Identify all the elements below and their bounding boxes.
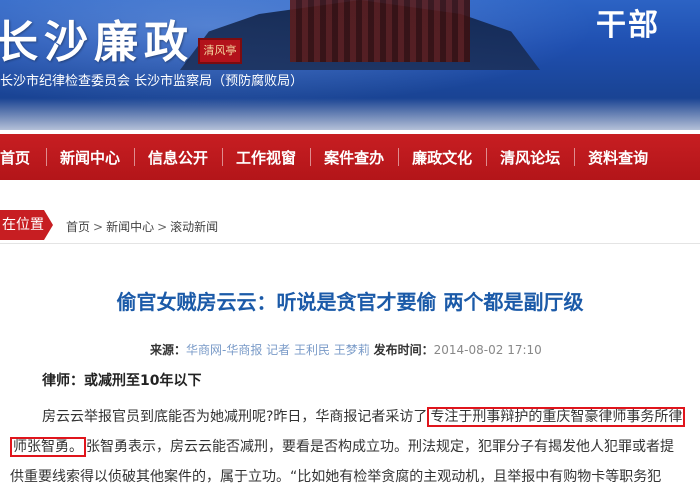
- nav-item-home[interactable]: 首页: [0, 134, 46, 180]
- article-published-time: 2014-08-02 17:10: [433, 343, 542, 357]
- source-label: 来源：: [150, 343, 187, 357]
- paragraph-line: 房云云举报官员到底能否为她减刑呢?昨日，华商报记者采访了 专注于刑事辩护的重庆智豪…: [0, 404, 700, 434]
- article-source: 华商网-华商报 记者 王利民 王梦莉: [186, 343, 370, 357]
- paragraph-text: 供重要线索得以侦破其他案件的，属于立功。“比如她有检举贪腐的主观动机，且举报中有…: [10, 469, 662, 485]
- breadcrumb-news-center-link[interactable]: 新闻中心: [106, 220, 154, 234]
- breadcrumb-separator: >: [157, 220, 168, 234]
- paragraph-line: 师张智勇。 张智勇表示，房云云能否减刑，要看是否构成立功。刑法规定，犯罪分子有揭发…: [0, 434, 700, 464]
- banner-fade: [0, 98, 700, 130]
- article-paragraph: 房云云举报官员到底能否为她减刑呢?昨日，华商报记者采访了 专注于刑事辩护的重庆智豪…: [0, 404, 700, 494]
- site-subtitle: 长沙市纪律检查委员会 长沙市监察局（预防腐败局）: [0, 74, 304, 89]
- article-subheading: 律师：或减刑至10年以下: [42, 373, 202, 389]
- nav-item-forum[interactable]: 清风论坛: [486, 134, 574, 180]
- position-arrow-icon: [44, 210, 53, 240]
- banner-building-image: [290, 0, 470, 62]
- article-meta: 来源：华商网-华商报 记者 王利民 王梦莉 发布时间：2014-08-02 17…: [150, 341, 542, 358]
- highlighted-text: 师张智勇。: [10, 437, 86, 457]
- breadcrumb-home-link[interactable]: 首页: [66, 220, 90, 234]
- paragraph-line: 供重要线索得以侦破其他案件的，属于立功。“比如她有检举贪腐的主观动机，且举报中有…: [0, 464, 700, 494]
- banner-corner-text: 干部: [596, 8, 660, 43]
- breadcrumb: 首页 > 新闻中心 > 滚动新闻: [66, 218, 218, 235]
- breadcrumb-separator: >: [93, 220, 104, 234]
- main-nav: 首页 新闻中心 信息公开 工作视窗 案件查办 廉政文化 清风论坛 资料查询: [0, 134, 700, 180]
- site-title[interactable]: 长沙廉政: [0, 6, 194, 70]
- nav-item-work-window[interactable]: 工作视窗: [222, 134, 310, 180]
- banner-plaque: 清风亭: [198, 38, 242, 64]
- nav-item-data-query[interactable]: 资料查询: [574, 134, 662, 180]
- nav-item-news-center[interactable]: 新闻中心: [46, 134, 134, 180]
- breadcrumb-rolling-news-link[interactable]: 滚动新闻: [170, 220, 218, 234]
- highlighted-text: 专注于刑事辩护的重庆智豪律师事务所律: [427, 407, 686, 427]
- paragraph-text: 房云云举报官员到底能否为她减刑呢?昨日，华商报记者采访了: [42, 409, 428, 425]
- nav-item-integrity-culture[interactable]: 廉政文化: [398, 134, 486, 180]
- nav-item-info-disclosure[interactable]: 信息公开: [134, 134, 222, 180]
- published-label: 发布时间：: [373, 343, 434, 357]
- article-title: 偷官女贼房云云：听说是贪官才要偷 两个都是副厅级: [116, 290, 584, 314]
- header-banner: 清风亭 长沙廉政 长沙市纪律检查委员会 长沙市监察局（预防腐败局） 干部: [0, 0, 700, 130]
- current-position-label: 在位置: [0, 210, 44, 240]
- nav-item-case-handling[interactable]: 案件查办: [310, 134, 398, 180]
- paragraph-text: 张智勇表示，房云云能否减刑，要看是否构成立功。刑法规定，犯罪分子有揭发他人犯罪或…: [86, 439, 674, 455]
